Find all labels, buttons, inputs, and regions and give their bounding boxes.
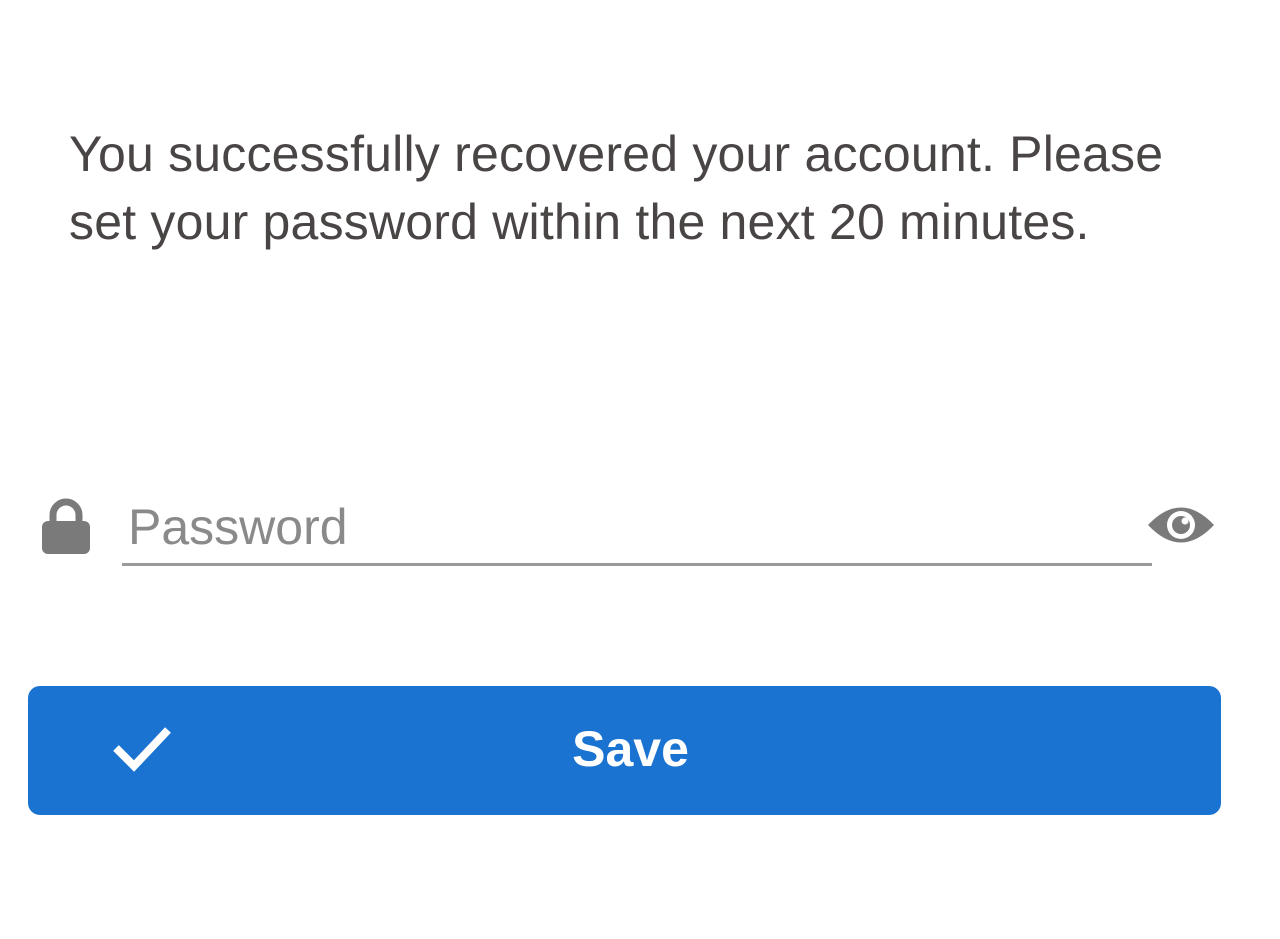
- save-button[interactable]: Save: [28, 686, 1221, 815]
- eye-icon: [1144, 507, 1218, 557]
- show-password-button[interactable]: [1144, 496, 1218, 554]
- save-button-label: Save: [572, 721, 689, 777]
- password-input[interactable]: [122, 490, 1152, 566]
- lock-icon: [40, 498, 92, 554]
- password-row: [36, 490, 1226, 570]
- recovery-message: You successfully recovered your account.…: [69, 126, 1164, 250]
